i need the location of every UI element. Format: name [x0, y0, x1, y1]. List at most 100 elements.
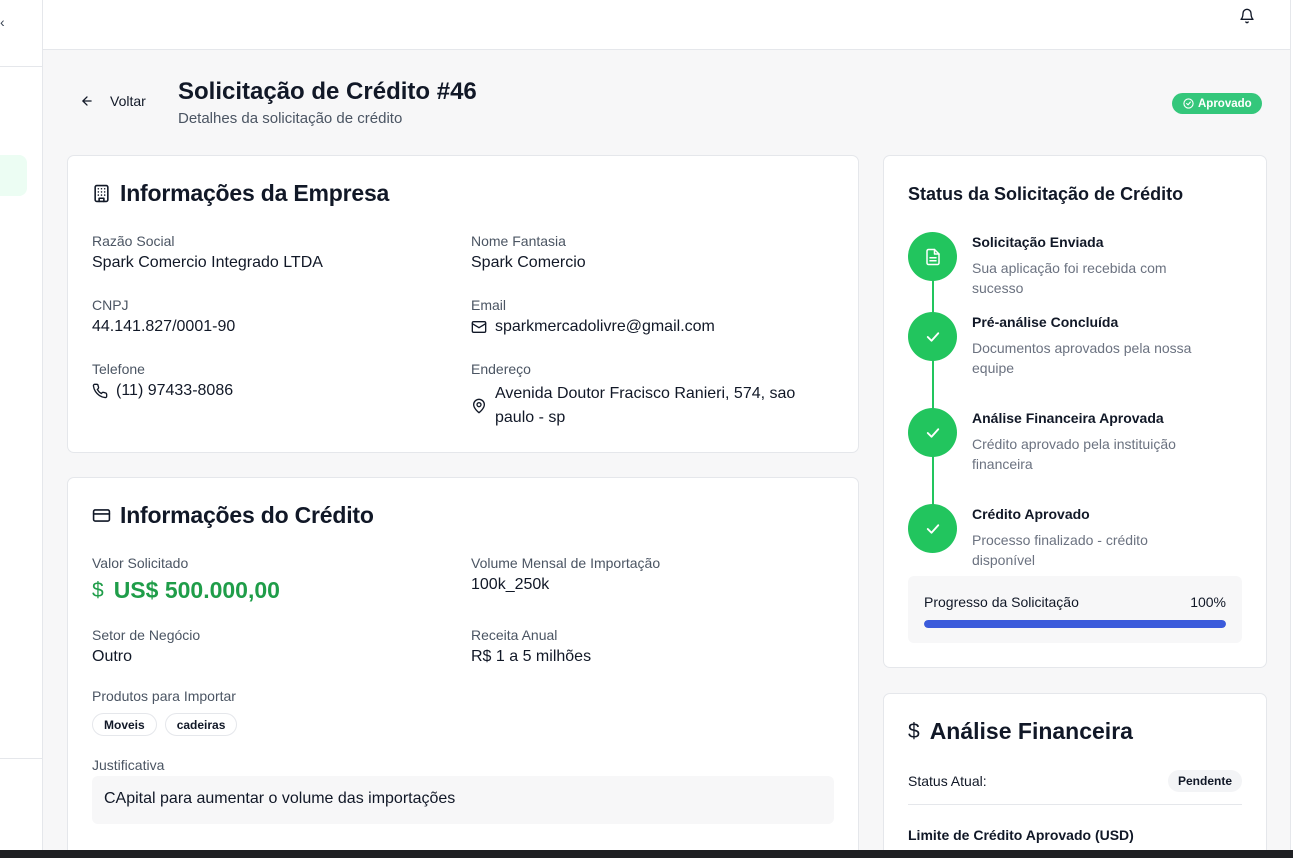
progress-label: Progresso da Solicitação — [924, 594, 1079, 610]
step-title: Pré-análise Concluída — [972, 314, 1119, 330]
endereco-value: Avenida Doutor Fracisco Ranieri, 574, sa… — [495, 385, 796, 426]
company-info-card: Informações da Empresa Razão Social Spar… — [67, 155, 859, 453]
step-desc: Processo finalizado - crédito disponível — [972, 532, 1148, 568]
field-label: Setor de Negócio — [92, 627, 201, 643]
field-endereco: Endereço Avenida Doutor Fracisco Ranieri… — [471, 361, 811, 430]
field-setor: Setor de Negócio Outro — [92, 627, 200, 666]
back-label: Voltar — [110, 93, 146, 109]
financial-analysis-card: $ Análise Financeira Status Atual: Pende… — [883, 693, 1267, 858]
sidebar-item-active[interactable] — [0, 155, 27, 196]
step-dot — [908, 232, 957, 281]
progress-value: 100% — [1190, 594, 1226, 610]
field-value: Spark Comercio Integrado LTDA — [92, 254, 323, 271]
sidebar-collapse-icon[interactable]: ‹ — [0, 14, 5, 30]
credit-card-icon — [92, 509, 111, 522]
field-label: Endereço — [471, 361, 531, 377]
request-status-card: Status da Solicitação de Crédito Solicit… — [883, 155, 1267, 668]
back-button[interactable]: Voltar — [80, 93, 146, 109]
requested-amount-value: US$ 500.000,00 — [113, 577, 280, 603]
financial-card-title: $ Análise Financeira — [908, 718, 1133, 745]
map-pin-icon — [473, 398, 485, 414]
field-value: Avenida Doutor Fracisco Ranieri, 574, sa… — [471, 382, 811, 430]
telefone-value: (11) 97433-8086 — [116, 382, 234, 399]
company-card-title-text: Informações da Empresa — [120, 180, 390, 206]
field-receita-anual: Receita Anual R$ 1 a 5 milhões — [471, 627, 591, 666]
step-title: Análise Financeira Aprovada — [972, 410, 1164, 426]
sidebar: ‹ — [0, 0, 43, 850]
field-label: Justificativa — [92, 757, 165, 773]
field-nome-fantasia: Nome Fantasia Spark Comercio — [471, 233, 586, 272]
bell-icon[interactable] — [1239, 8, 1255, 24]
field-label: Nome Fantasia — [471, 233, 566, 249]
field-value: Spark Comercio — [471, 254, 586, 271]
field-justificativa: Justificativa — [92, 757, 164, 773]
step-title: Solicitação Enviada — [972, 234, 1104, 250]
status-card-title: Status da Solicitação de Crédito — [908, 184, 1184, 204]
field-value: Outro — [92, 648, 133, 665]
top-header — [43, 0, 1293, 50]
building-icon — [94, 184, 109, 203]
dollar-icon: $ — [92, 578, 104, 602]
field-value: R$ 1 a 5 milhões — [471, 648, 592, 665]
financial-status-row: Status Atual: Pendente — [908, 770, 1242, 792]
pending-badge: Pendente — [1167, 770, 1242, 792]
step-dot — [908, 504, 957, 553]
credit-card-title-text: Informações do Crédito — [120, 502, 374, 528]
field-label: Valor Solicitado — [92, 555, 189, 571]
email-value: sparkmercadolivre@gmail.com — [495, 318, 715, 335]
check-icon — [926, 427, 939, 438]
credit-info-card: Informações do Crédito Valor Solicitado … — [67, 477, 859, 857]
document-icon — [925, 248, 940, 265]
status-badge-label: Aprovado — [1198, 97, 1252, 110]
sidebar-divider — [0, 758, 43, 759]
product-tag: cadeiras — [164, 713, 238, 736]
step-desc: Documentos aprovados pela nossa equipe — [972, 340, 1192, 376]
field-label: Volume Mensal de Importação — [471, 555, 661, 571]
product-tag: Moveis — [92, 713, 157, 736]
financial-card-title-text: Análise Financeira — [929, 718, 1133, 744]
field-label: Razão Social — [92, 233, 175, 249]
divider — [908, 804, 1242, 805]
requested-amount: $ US$ 500.000,00 — [92, 577, 280, 604]
step-desc: Crédito aprovado pela instituição financ… — [972, 436, 1176, 472]
sidebar-divider — [0, 66, 43, 67]
arrow-left-icon — [82, 96, 92, 106]
field-label: Telefone — [92, 361, 145, 377]
product-tags: Moveis cadeiras — [92, 713, 238, 736]
justificativa-box: CApital para aumentar o volume das impor… — [92, 776, 834, 824]
field-cnpj: CNPJ 44.141.827/0001-90 — [92, 297, 235, 336]
field-value: sparkmercadolivre@gmail.com — [471, 318, 715, 336]
window-bottom-bar — [0, 850, 1293, 858]
progress-bar-fill — [924, 620, 1226, 628]
timeline-line — [932, 256, 934, 528]
status-badge: Aprovado — [1172, 93, 1262, 114]
step-dot — [908, 408, 957, 457]
field-label: Produtos para Importar — [92, 688, 236, 704]
field-telefone: Telefone (11) 97433-8086 — [92, 361, 233, 400]
financial-status-label: Status Atual: — [908, 773, 987, 789]
field-valor-solicitado: Valor Solicitado $ US$ 500.000,00 — [92, 555, 280, 604]
credit-limit-label: Limite de Crédito Aprovado (USD) — [908, 827, 1134, 843]
field-produtos: Produtos para Importar Moveis cadeiras — [92, 688, 238, 736]
check-icon — [926, 523, 939, 534]
field-razao-social: Razão Social Spark Comercio Integrado LT… — [92, 233, 323, 272]
check-circle-icon — [1183, 98, 1194, 109]
company-card-title: Informações da Empresa — [92, 180, 389, 207]
step-title: Crédito Aprovado — [972, 506, 1090, 522]
field-label: Email — [471, 297, 507, 313]
step-desc: Sua aplicação foi recebida com sucesso — [972, 260, 1167, 296]
field-label: CNPJ — [92, 297, 129, 313]
mail-icon — [471, 321, 487, 333]
progress-box: Progresso da Solicitação 100% — [908, 576, 1242, 643]
step-dot — [908, 312, 957, 361]
field-value: (11) 97433-8086 — [92, 382, 233, 400]
progress-bar — [924, 620, 1226, 628]
field-label: Receita Anual — [471, 627, 558, 643]
check-icon — [926, 331, 939, 342]
field-volume-mensal: Volume Mensal de Importação 100k_250k — [471, 555, 660, 594]
page-title: Solicitação de Crédito #46 — [178, 78, 477, 105]
page-subtitle: Detalhes da solicitação de crédito — [178, 110, 403, 127]
dollar-icon: $ — [908, 719, 920, 743]
phone-icon — [92, 383, 108, 399]
field-value: 44.141.827/0001-90 — [92, 318, 236, 335]
